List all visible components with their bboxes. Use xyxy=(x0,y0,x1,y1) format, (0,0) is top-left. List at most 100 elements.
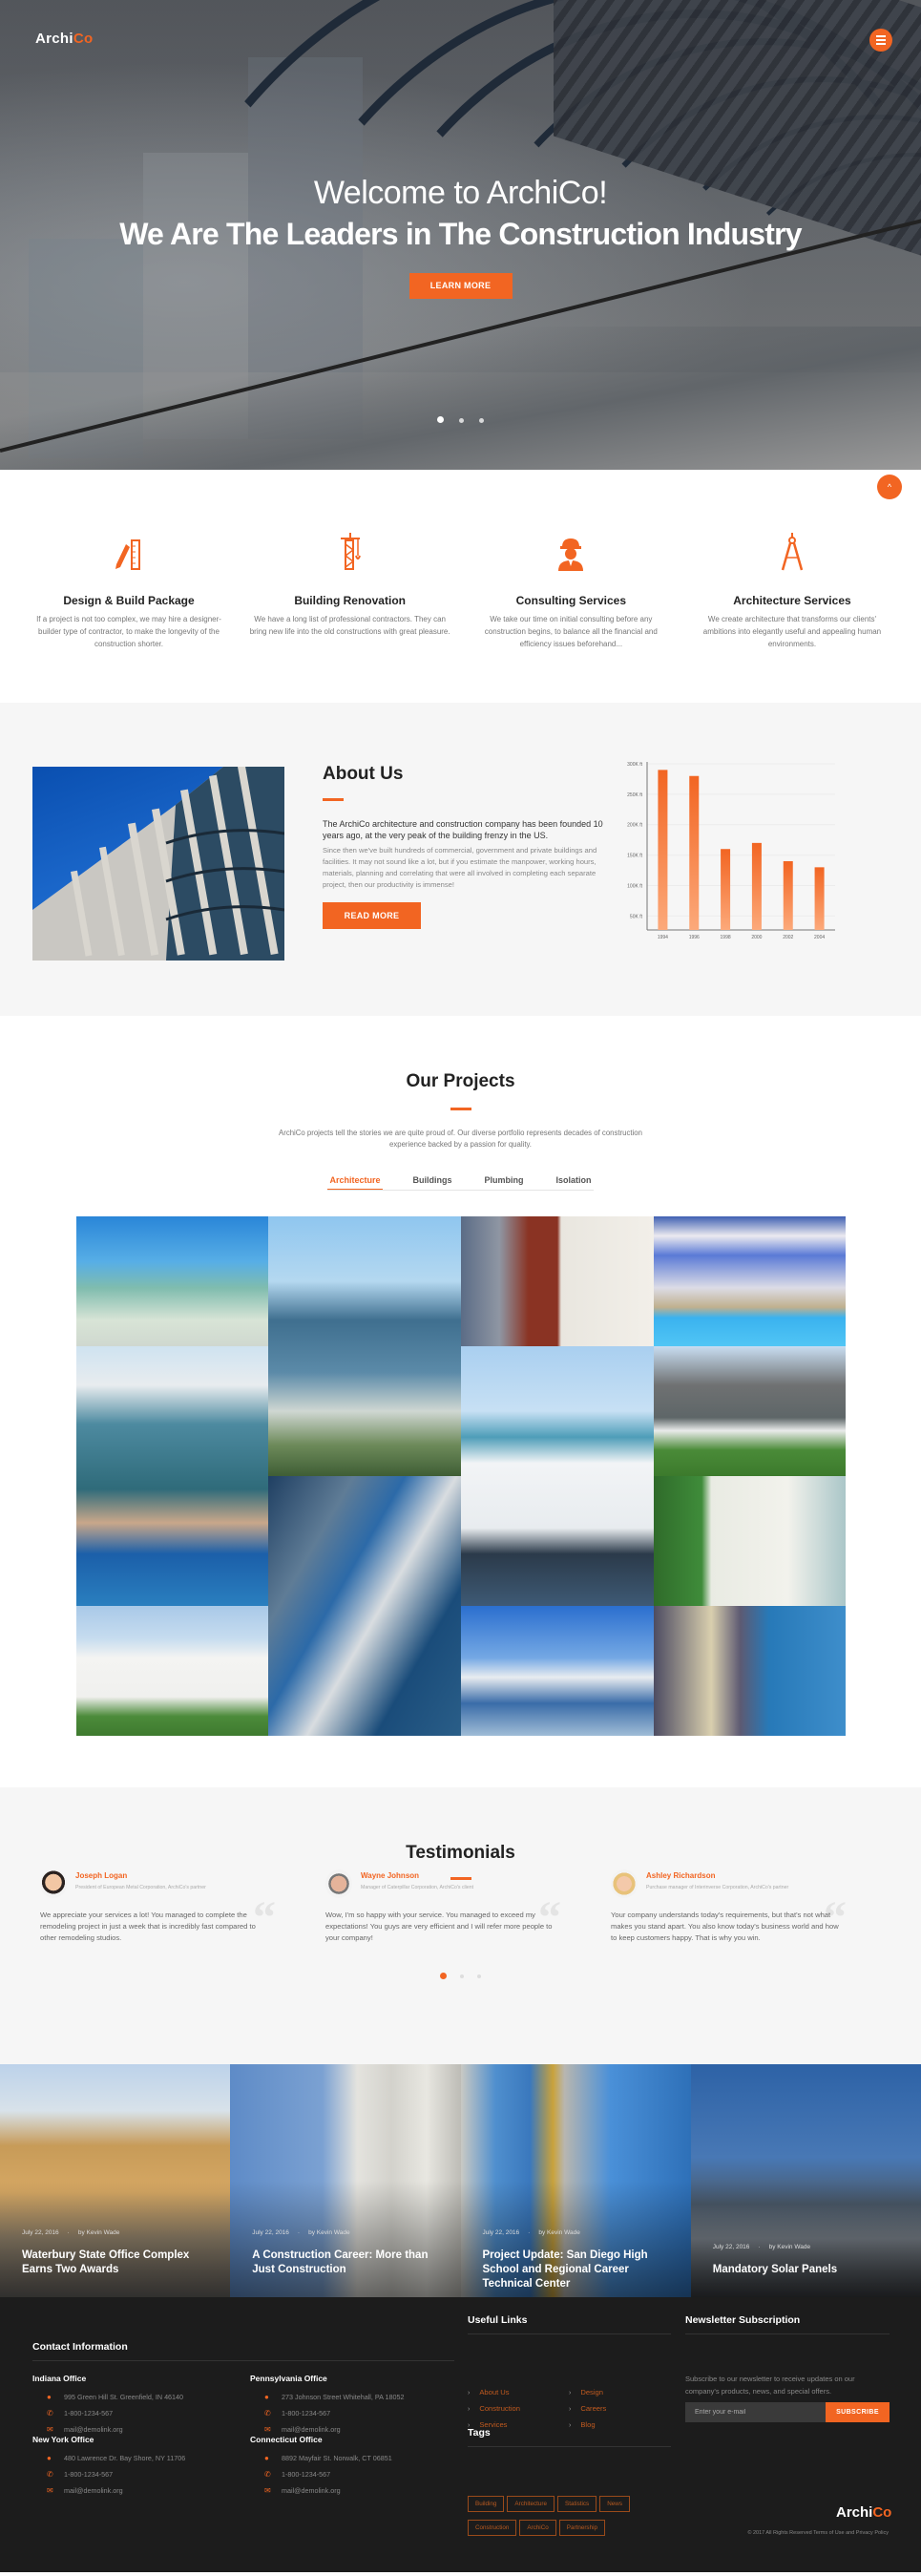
testimonial-role: Purchase manager of Interinverse Corpora… xyxy=(646,1885,789,1890)
hero-headline: We Are The Leaders in The Construction I… xyxy=(119,216,802,251)
read-more-button[interactable]: READ MORE xyxy=(323,902,421,929)
phone-icon: ✆ xyxy=(47,2470,53,2479)
y-tick-label: 100K ft xyxy=(627,883,642,889)
crane-icon xyxy=(250,529,450,571)
tab-isolation[interactable]: Isolation xyxy=(555,1175,594,1190)
projects-tabs: Architecture Buildings Plumbing Isolatio… xyxy=(327,1175,594,1191)
office-email[interactable]: mail@demolink.org xyxy=(64,2425,123,2434)
map-pin-icon: ● xyxy=(47,2393,52,2401)
chevron-right-icon: › xyxy=(569,2406,572,2413)
project-image-white-house-pool[interactable] xyxy=(654,1476,846,1606)
office-name: Connecticut Office xyxy=(250,2435,323,2444)
service-item: Building Renovation We have a long list … xyxy=(250,529,450,703)
office-email[interactable]: mail@demolink.org xyxy=(282,2486,341,2495)
service-item: Consulting Services We take our time on … xyxy=(471,529,671,703)
worker-helmet-icon xyxy=(471,529,671,571)
newsletter: Subscribe to our newsletter to receive u… xyxy=(685,2374,890,2422)
office-phone[interactable]: 1-800-1234-567 xyxy=(282,2409,330,2418)
project-image-seaside-apartments[interactable] xyxy=(654,1606,846,1736)
logo[interactable]: ArchiCo xyxy=(35,31,93,47)
chevron-right-icon: › xyxy=(468,2422,471,2429)
tag-archico[interactable]: ArchiCo xyxy=(519,2520,556,2536)
hero-slider: ArchiCo Welcome to ArchiCo! We Are The L… xyxy=(0,0,921,470)
project-image-courtyard-pool-house[interactable] xyxy=(654,1216,846,1346)
office-email[interactable]: mail@demolink.org xyxy=(282,2425,341,2434)
office-phone[interactable]: 1-800-1234-567 xyxy=(64,2470,113,2479)
footer-link-careers[interactable]: › Careers xyxy=(569,2404,664,2420)
tag-architecture[interactable]: Architecture xyxy=(507,2496,555,2512)
newsletter-text: Subscribe to our newsletter to receive u… xyxy=(685,2375,855,2396)
pagination-dot[interactable] xyxy=(477,1974,481,1978)
service-item: Design & Build Package If a project is n… xyxy=(29,529,229,703)
office-phone[interactable]: 1-800-1234-567 xyxy=(64,2409,113,2418)
post-date: July 22, 2016 xyxy=(482,2229,520,2236)
avatar xyxy=(611,1869,638,1898)
project-image-white-cube-villa[interactable] xyxy=(76,1606,268,1736)
blog-post[interactable]: July 22, 2016 · by Kevin Wade Mandatory So… xyxy=(690,2064,921,2297)
tag-construction[interactable]: Construction xyxy=(468,2520,517,2536)
slider-dot[interactable] xyxy=(479,418,484,423)
service-text: We create architecture that transforms o… xyxy=(702,615,882,648)
pagination-dot[interactable] xyxy=(440,1973,447,1980)
testimonial-role: President of European Metal Corporation,… xyxy=(75,1885,206,1890)
x-tick-label: 1994 xyxy=(658,935,668,940)
post-author: by Kevin Wade xyxy=(768,2244,811,2250)
y-tick-label: 150K ft xyxy=(627,854,642,859)
post-meta: July 22, 2016 · by Kevin Wade xyxy=(22,2229,120,2236)
logo-accent: Co xyxy=(73,31,94,47)
footer-link-services[interactable]: › Services xyxy=(468,2420,563,2437)
service-text: We take our time on initial consulting b… xyxy=(484,615,658,648)
slider-dot[interactable] xyxy=(459,418,464,423)
pagination-dot[interactable] xyxy=(460,1974,464,1978)
project-image-modern-red-white-house[interactable] xyxy=(461,1216,654,1346)
tab-architecture[interactable]: Architecture xyxy=(327,1175,383,1190)
learn-more-button[interactable]: LEARN MORE xyxy=(408,273,513,300)
post-title[interactable]: Mandatory Solar Panels xyxy=(713,2263,909,2277)
testimonial-pagination xyxy=(0,1968,921,1985)
projects-description: ArchiCo projects tell the stories we are… xyxy=(279,1129,642,1149)
email-input[interactable] xyxy=(685,2402,826,2422)
phone-icon: ✆ xyxy=(47,2409,53,2418)
post-title[interactable]: Waterbury State Office Complex Earns Two… xyxy=(22,2249,218,2277)
blog-post[interactable]: July 22, 2016 · by Kevin Wade Project Upda… xyxy=(460,2064,691,2297)
title-divider xyxy=(450,1108,471,1110)
footer-link-about-us[interactable]: › About Us xyxy=(468,2388,563,2404)
y-tick-label: 250K ft xyxy=(627,792,642,798)
tag-news[interactable]: News xyxy=(599,2496,630,2512)
tag-statistics[interactable]: Statistics xyxy=(557,2496,597,2512)
office-email[interactable]: mail@demolink.org xyxy=(64,2486,123,2495)
blog-post[interactable]: July 22, 2016 · by Kevin Wade A Constructi… xyxy=(230,2064,461,2297)
project-image-green-arched-pavilion[interactable] xyxy=(76,1216,268,1346)
link-label: Blog xyxy=(580,2420,596,2429)
bar-2000 xyxy=(751,842,762,930)
office-indiana: Indiana Office ● 995 Green Hill St. Green… xyxy=(32,2374,183,2438)
bar-2002 xyxy=(783,860,793,930)
footer-link-construction[interactable]: › Construction xyxy=(468,2404,563,2420)
project-image-covered-bridge-tower[interactable] xyxy=(461,1606,654,1736)
project-image-round-villa-pool[interactable] xyxy=(76,1346,268,1606)
office-phone[interactable]: 1-800-1234-567 xyxy=(282,2470,330,2479)
project-image-gray-suburban-house[interactable] xyxy=(654,1346,846,1476)
testimonials-section: Testimonials Joseph Logan President of E… xyxy=(0,1787,921,2064)
footer-logo[interactable]: ArchiCo xyxy=(836,2504,891,2521)
blog-post[interactable]: July 22, 2016 · by Kevin Wade Waterbury St… xyxy=(0,2064,231,2297)
footer-link-design[interactable]: › Design xyxy=(569,2388,664,2404)
post-title[interactable]: Project Update: San Diego High School an… xyxy=(483,2249,679,2291)
project-image-glass-office-tower[interactable] xyxy=(268,1216,461,1476)
subscribe-button[interactable]: SUBSCRIBE xyxy=(826,2402,890,2422)
slider-dot[interactable] xyxy=(437,416,444,423)
footer-link-blog[interactable]: › Blog xyxy=(569,2420,664,2437)
post-title[interactable]: A Construction Career: More than Just Co… xyxy=(252,2249,448,2277)
tag-building[interactable]: Building xyxy=(468,2496,505,2512)
tag-partnership[interactable]: Partnership xyxy=(558,2520,605,2536)
office-connecticut: Connecticut Office ● 8892 Mayfair St. Nor… xyxy=(250,2435,392,2499)
chevron-right-icon: › xyxy=(569,2390,572,2397)
tab-buildings[interactable]: Buildings xyxy=(411,1175,454,1190)
testimonial-name: Joseph Logan xyxy=(75,1871,128,1880)
map-pin-icon: ● xyxy=(264,2454,269,2462)
about-intro: The ArchiCo architecture and constructio… xyxy=(323,819,603,840)
project-image-curved-glass-facade[interactable] xyxy=(268,1476,461,1736)
project-image-waterfront-white-mansion[interactable] xyxy=(461,1346,654,1606)
hamburger-menu-icon[interactable] xyxy=(869,29,892,52)
tab-plumbing[interactable]: Plumbing xyxy=(483,1175,526,1190)
